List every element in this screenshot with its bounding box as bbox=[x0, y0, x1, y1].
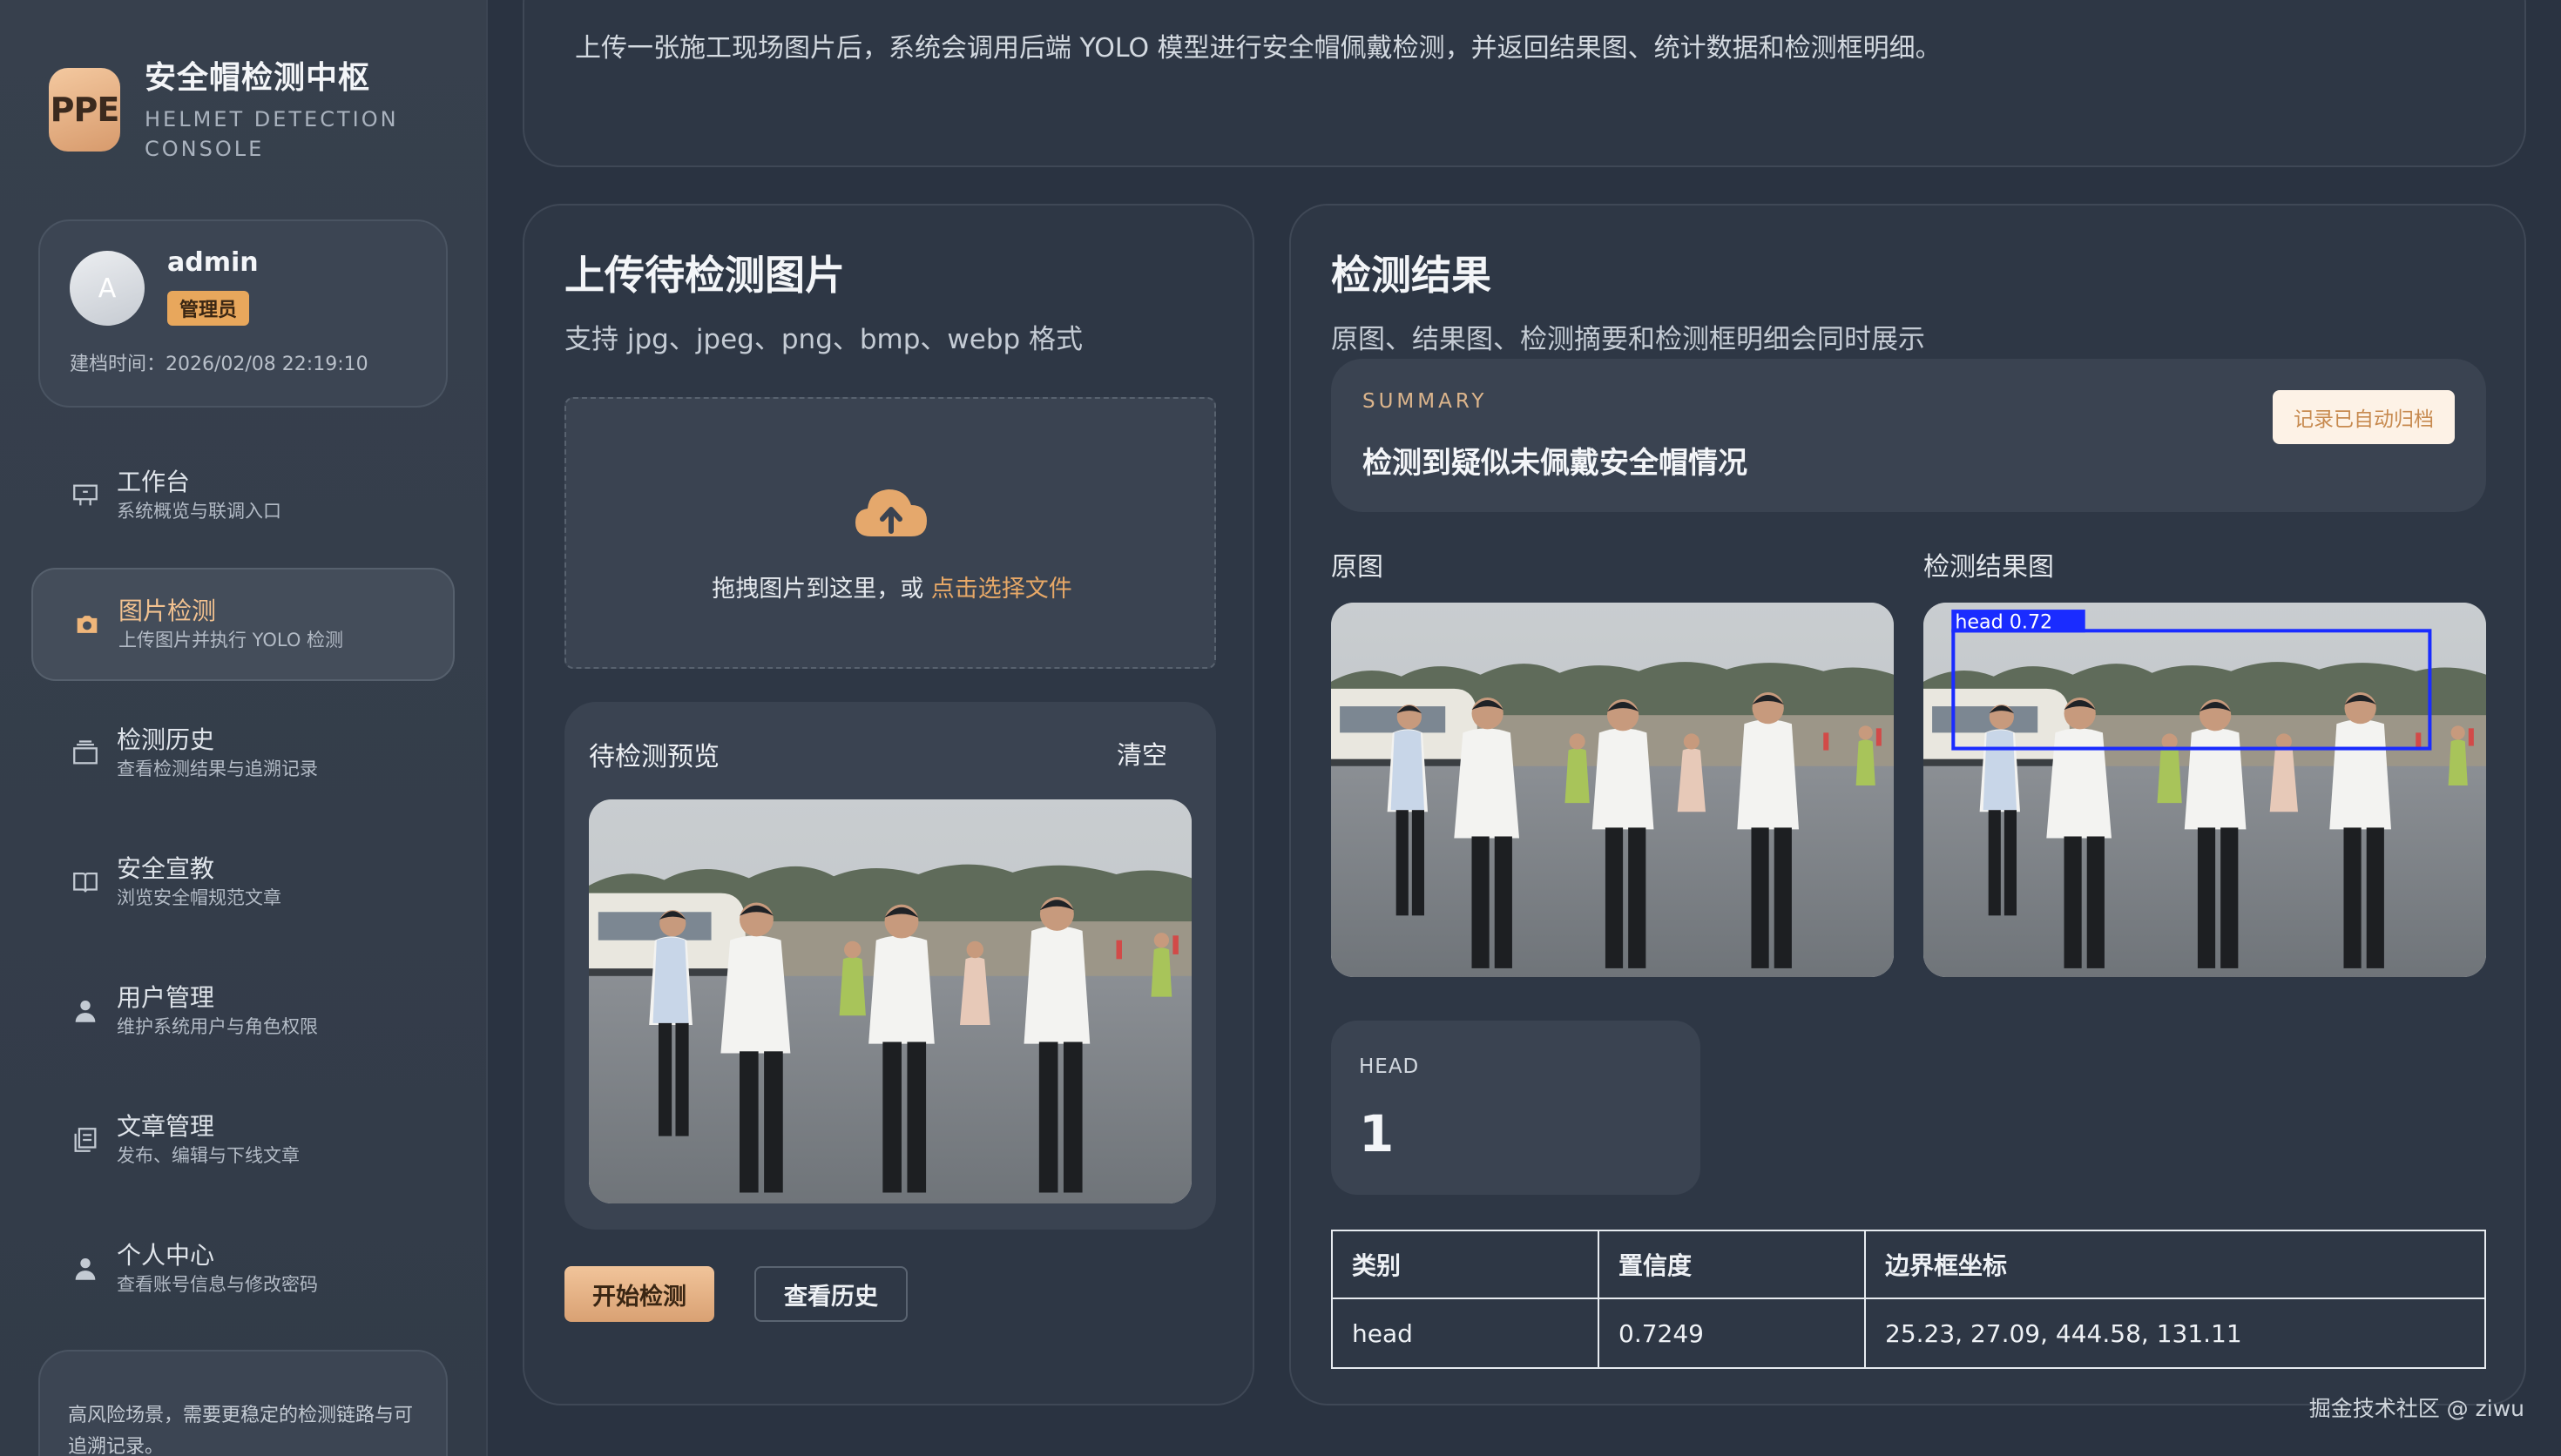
brand-subtitle: HELMET DETECTION CONSOLE bbox=[145, 107, 399, 161]
preview-title: 待检测预览 bbox=[589, 742, 720, 772]
result-image-label: 检测结果图 bbox=[1923, 552, 2054, 583]
brand-title: 安全帽检测中枢 bbox=[145, 60, 371, 96]
sidebar-item-label: 用户管理 bbox=[117, 983, 215, 1012]
sidebar-item-safety-education[interactable]: 安全宣教 浏览安全帽规范文章 bbox=[31, 826, 455, 939]
view-history-button[interactable]: 查看历史 bbox=[754, 1266, 908, 1322]
sidebar-note-text: 高风险场景，需要更稳定的检测链路与可追溯记录。 bbox=[68, 1405, 414, 1456]
sidebar-item-article-management[interactable]: 文章管理 发布、编辑与下线文章 bbox=[31, 1083, 455, 1196]
watermark: 掘金技术社区 @ ziwu bbox=[2308, 1396, 2524, 1421]
table-row: head 0.7249 25.23, 27.09, 444.58, 131.11 bbox=[1331, 1298, 2486, 1369]
result-subtitle: 原图、结果图、检测摘要和检测框明细会同时展示 bbox=[1331, 324, 1925, 355]
upload-title: 上传待检测图片 bbox=[564, 252, 845, 299]
column-header-bbox: 边界框坐标 bbox=[1864, 1230, 2486, 1299]
cell-class: head bbox=[1331, 1298, 1599, 1369]
cell-confidence: 0.7249 bbox=[1598, 1298, 1866, 1369]
person-icon bbox=[70, 1253, 101, 1284]
upload-panel: 上传待检测图片 支持 jpg、jpeg、png、bmp、webp 格式 拖拽图片… bbox=[523, 204, 1254, 1405]
documents-icon bbox=[70, 1124, 101, 1156]
sidebar-item-desc: 查看账号信息与修改密码 bbox=[117, 1274, 318, 1295]
sidebar: PPE 安全帽检测中枢 HELMET DETECTION CONSOLE A a… bbox=[0, 0, 488, 1456]
sidebar-item-label: 安全宣教 bbox=[117, 854, 215, 883]
dropzone-text: 拖拽图片到这里，或 点击选择文件 bbox=[566, 570, 1218, 603]
detection-table: 类别 置信度 边界框坐标 head 0.7249 25.23, 27.09, 4… bbox=[1331, 1230, 2486, 1369]
sidebar-item-label: 文章管理 bbox=[117, 1112, 215, 1141]
sidebar-item-desc: 维护系统用户与角色权限 bbox=[117, 1016, 318, 1037]
supported-formats: 支持 jpg、jpeg、png、bmp、webp 格式 bbox=[564, 324, 1084, 355]
user-name: admin bbox=[167, 247, 259, 278]
start-detection-button[interactable]: 开始检测 bbox=[564, 1266, 714, 1322]
original-image bbox=[1331, 603, 1894, 977]
summary-kicker: SUMMARY bbox=[1362, 390, 1488, 413]
cloud-upload-icon bbox=[855, 489, 927, 536]
result-panel: 检测结果 原图、结果图、检测摘要和检测框明细会同时展示 SUMMARY 检测到疑… bbox=[1289, 204, 2526, 1405]
sidebar-item-desc: 上传图片并执行 YOLO 检测 bbox=[118, 630, 344, 650]
sidebar-note-card: 高风险场景，需要更稳定的检测链路与可追溯记录。 bbox=[38, 1350, 448, 1456]
sidebar-nav: 工作台 系统概览与联调入口 图片检测 上传图片并执行 YOLO 检测 检测历史 … bbox=[31, 439, 455, 1341]
sidebar-item-label: 图片检测 bbox=[118, 597, 217, 625]
intro-text: 上传一张施工现场图片后，系统会调用后端 YOLO 模型进行安全帽佩戴检测，并返回… bbox=[575, 33, 1942, 64]
presentation-board-icon bbox=[70, 480, 101, 511]
sidebar-item-desc: 浏览安全帽规范文章 bbox=[117, 887, 281, 908]
camera-icon bbox=[71, 609, 103, 640]
sidebar-item-label: 工作台 bbox=[117, 468, 191, 496]
brand: PPE 安全帽检测中枢 HELMET DETECTION CONSOLE bbox=[49, 57, 406, 164]
sidebar-item-desc: 查看检测结果与追溯记录 bbox=[117, 758, 318, 779]
upload-dropzone[interactable]: 拖拽图片到这里，或 点击选择文件 bbox=[564, 397, 1216, 669]
column-header-confidence: 置信度 bbox=[1598, 1230, 1866, 1299]
sidebar-item-label: 检测历史 bbox=[117, 725, 215, 754]
user-icon bbox=[70, 995, 101, 1027]
summary-text: 检测到疑似未佩戴安全帽情况 bbox=[1362, 446, 1747, 481]
summary-card: SUMMARY 检测到疑似未佩戴安全帽情况 记录已自动归档 bbox=[1331, 359, 2486, 512]
sidebar-item-desc: 发布、编辑与下线文章 bbox=[117, 1145, 300, 1166]
sidebar-item-workbench[interactable]: 工作台 系统概览与联调入口 bbox=[31, 439, 455, 552]
count-value: 1 bbox=[1359, 1104, 1395, 1163]
result-image: head 0.72 bbox=[1923, 603, 2486, 977]
choose-file-link[interactable]: 点击选择文件 bbox=[931, 576, 1072, 603]
sidebar-item-desc: 系统概览与联调入口 bbox=[117, 501, 281, 522]
sidebar-item-user-management[interactable]: 用户管理 维护系统用户与角色权限 bbox=[31, 954, 455, 1068]
archive-box-icon bbox=[70, 738, 101, 769]
sidebar-item-image-detection[interactable]: 图片检测 上传图片并执行 YOLO 检测 bbox=[31, 568, 455, 681]
sidebar-item-history[interactable]: 检测历史 查看检测结果与追溯记录 bbox=[31, 697, 455, 810]
original-image-label: 原图 bbox=[1331, 552, 1383, 583]
account-created-time: 建档时间：2026/02/08 22:19:10 bbox=[70, 354, 368, 375]
role-badge: 管理员 bbox=[167, 291, 250, 326]
intro-card: 上传一张施工现场图片后，系统会调用后端 YOLO 模型进行安全帽佩戴检测，并返回… bbox=[523, 0, 2526, 167]
book-icon bbox=[70, 866, 101, 898]
archived-badge: 记录已自动归档 bbox=[2273, 390, 2455, 444]
preview-image bbox=[589, 799, 1192, 1203]
bbox-label: head 0.72 bbox=[1955, 610, 2052, 633]
cell-bbox: 25.23, 27.09, 444.58, 131.11 bbox=[1864, 1298, 2486, 1369]
avatar: A bbox=[70, 251, 145, 326]
preview-card: 待检测预览 清空 bbox=[564, 702, 1216, 1230]
sidebar-item-label: 个人中心 bbox=[117, 1241, 215, 1270]
head-count-card: HEAD 1 bbox=[1331, 1021, 1700, 1195]
table-header-row: 类别 置信度 边界框坐标 bbox=[1331, 1230, 2486, 1299]
clear-button[interactable]: 清空 bbox=[1117, 735, 1167, 772]
column-header-class: 类别 bbox=[1331, 1230, 1599, 1299]
result-title: 检测结果 bbox=[1331, 252, 1491, 299]
brand-logo: PPE bbox=[49, 68, 120, 152]
user-card: A admin 管理员 建档时间：2026/02/08 22:19:10 bbox=[38, 219, 448, 408]
count-label: HEAD bbox=[1359, 1055, 1420, 1078]
dropzone-hint: 拖拽图片到这里，或 bbox=[712, 576, 931, 603]
sidebar-item-profile[interactable]: 个人中心 查看账号信息与修改密码 bbox=[31, 1212, 455, 1325]
